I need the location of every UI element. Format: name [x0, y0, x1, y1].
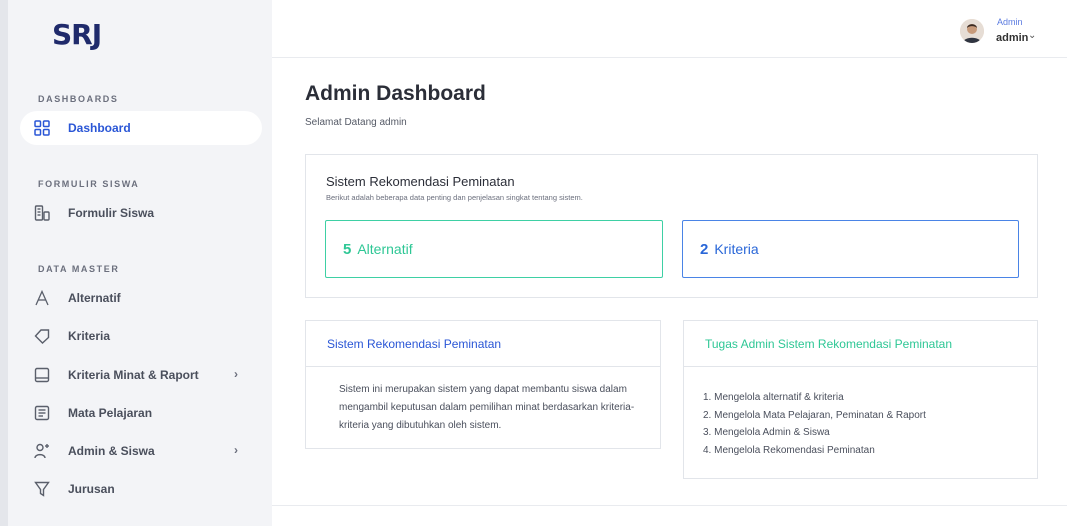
section-title-formulir: FORMULIR SISWA [38, 179, 140, 189]
filter-icon [34, 480, 56, 498]
list-item: 4. Mengelola Rekomendasi Peminatan [703, 444, 875, 456]
task-card: Tugas Admin Sistem Rekomendasi Peminatan… [683, 320, 1038, 479]
app-logo[interactable]: SRJ [52, 18, 102, 51]
chevron-right-icon: › [234, 367, 238, 381]
summary-card-title: Sistem Rekomendasi Peminatan [326, 174, 515, 189]
page-subtitle: Selamat Datang admin [305, 117, 407, 128]
task-list: 1. Mengelola alternatif & kriteria 2. Me… [703, 389, 926, 459]
sidebar-item-admin-siswa[interactable]: Admin & Siswa › [20, 434, 262, 468]
footer [272, 505, 1067, 526]
sidebar-item-kriteria-minat-raport[interactable]: Kriteria Minat & Raport › [20, 358, 262, 392]
sidebar-item-mata-pelajaran[interactable]: Mata Pelajaran [20, 396, 262, 430]
info-card: Sistem Rekomendasi Peminatan Sistem ini … [305, 320, 661, 449]
sidebar-item-label: Kriteria Minat & Raport [68, 368, 199, 382]
sidebar-item-label: Admin & Siswa [68, 444, 155, 458]
sidebar-item-jurusan[interactable]: Jurusan [20, 472, 262, 506]
document-icon [34, 404, 56, 422]
stat-count: 5 [343, 240, 352, 258]
stat-kriteria[interactable]: 2 Kriteria [682, 220, 1019, 278]
task-card-title: Tugas Admin Sistem Rekomendasi Peminatan [684, 321, 1037, 367]
sidebar-item-label: Mata Pelajaran [68, 406, 153, 420]
sidebar-item-kriteria[interactable]: Kriteria [20, 319, 262, 353]
user-role: Admin [997, 17, 1023, 27]
sidebar-item-label: Alternatif [68, 291, 121, 305]
sidebar-item-label: Kriteria [68, 329, 111, 343]
sidebar-item-alternatif[interactable]: Alternatif [20, 281, 262, 315]
sidebar-item-label: Formulir Siswa [68, 206, 155, 220]
section-title-dashboards: DASHBOARDS [38, 94, 119, 104]
summary-card: Sistem Rekomendasi Peminatan Berikut ada… [305, 154, 1038, 298]
stat-label: Kriteria [714, 241, 759, 257]
tag-icon [34, 327, 56, 345]
letter-a-icon [34, 289, 56, 307]
stat-alternatif[interactable]: 5 Alternatif [325, 220, 663, 278]
list-item: 1. Mengelola alternatif & kriteria [703, 392, 844, 403]
user-menu-button[interactable]: admin [996, 32, 1028, 44]
summary-card-subtitle: Berikut adalah beberapa data penting dan… [326, 193, 583, 202]
avatar[interactable] [960, 19, 984, 43]
stat-label: Alternatif [357, 241, 413, 257]
sidebar-edge [0, 0, 8, 526]
info-card-title: Sistem Rekomendasi Peminatan [306, 321, 660, 367]
page-title: Admin Dashboard [305, 82, 486, 105]
sidebar-item-label: Dashboard [68, 121, 131, 135]
sidebar-item-dashboard[interactable]: Dashboard [20, 111, 262, 145]
chevron-right-icon: › [234, 443, 238, 457]
square-icon [34, 366, 56, 384]
grid-icon [34, 119, 56, 137]
section-title-master: DATA MASTER [38, 264, 120, 274]
user-add-icon [34, 442, 56, 460]
stat-count: 2 [700, 240, 709, 258]
list-item: 3. Mengelola Admin & Siswa [703, 427, 830, 438]
topbar [272, 0, 1067, 58]
form-icon [34, 204, 56, 222]
sidebar-item-label: Jurusan [68, 482, 115, 496]
list-item: 2. Mengelola Mata Pelajaran, Peminatan &… [703, 409, 926, 421]
info-card-body: Sistem ini merupakan sistem yang dapat m… [339, 384, 635, 431]
sidebar: SRJ DASHBOARDS Dashboard FORMULIR SISWA … [0, 0, 272, 526]
sidebar-item-formulir-siswa[interactable]: Formulir Siswa [20, 196, 262, 230]
chevron-down-icon[interactable]: ⌄ [1028, 30, 1036, 41]
